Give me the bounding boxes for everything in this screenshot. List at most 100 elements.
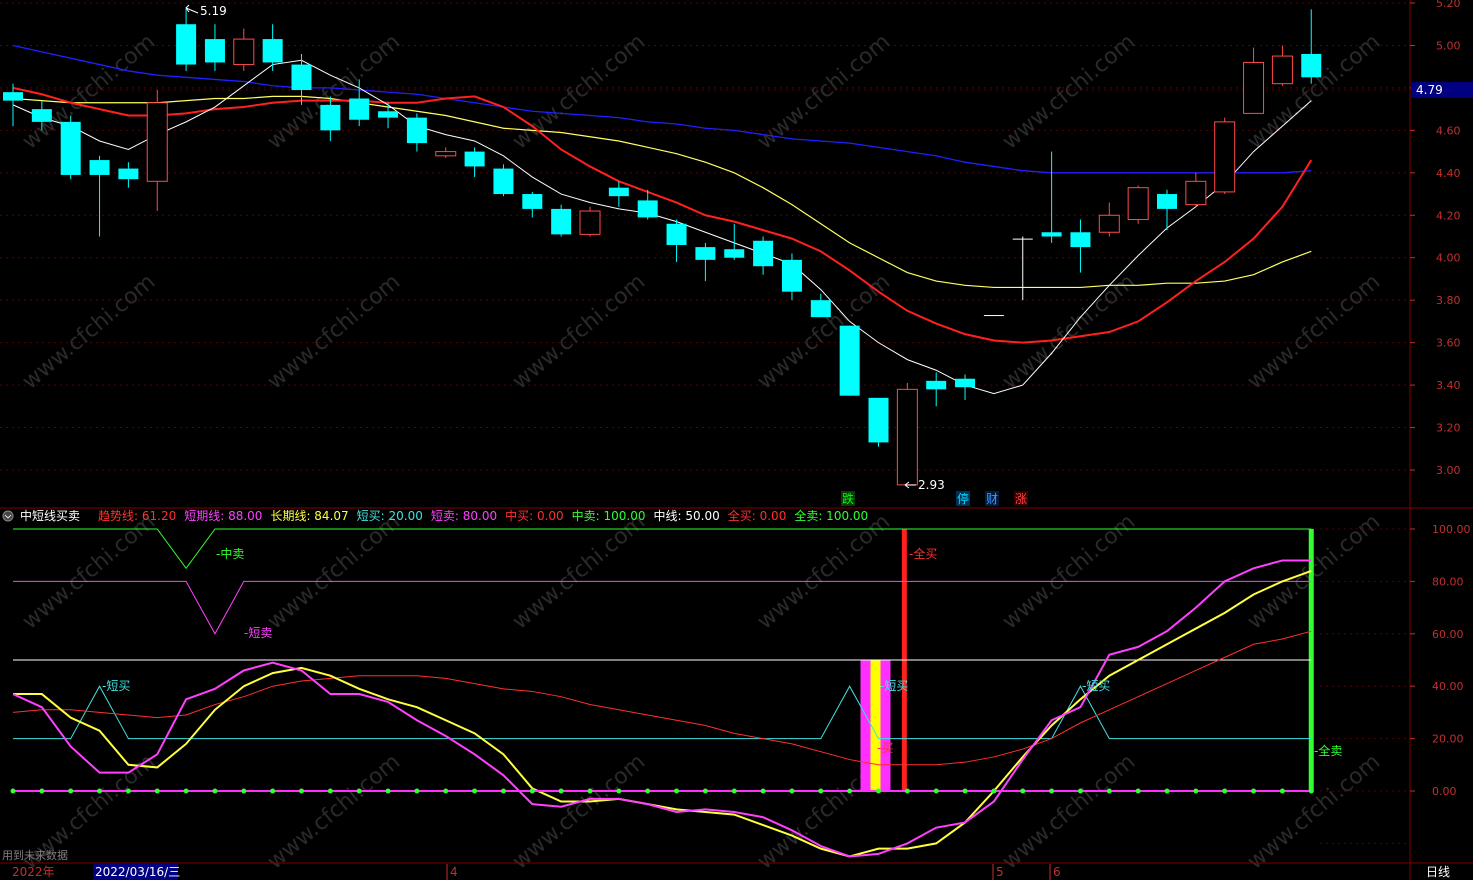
candle-body-down (926, 380, 947, 390)
buy-annotation: -买 (877, 741, 893, 755)
year-label: 2022年 (12, 865, 55, 879)
short-sell-annotation: -短卖 (244, 626, 272, 640)
price-tick-label: 3.00 (1436, 464, 1461, 477)
zero-dot (558, 788, 564, 794)
candle-body-down (89, 160, 110, 175)
watermark-text: www.cfchi.com (263, 509, 405, 634)
indicator-tick-label: 80.00 (1432, 575, 1464, 588)
zero-dot (1279, 788, 1285, 794)
watermark-text: www.cfchi.com (1243, 269, 1385, 394)
price-tick-label: 4.00 (1436, 252, 1461, 265)
period-label[interactable]: 日线 (1426, 865, 1450, 879)
watermark-text: www.cfchi.com (1243, 749, 1385, 874)
zero-dot (154, 788, 160, 794)
zero-dot (645, 788, 651, 794)
zero-dot (731, 788, 737, 794)
zero-dot (1308, 788, 1314, 794)
candle-body-down (406, 117, 427, 144)
watermark-text: www.cfchi.com (263, 269, 405, 394)
candle-body-down (810, 300, 831, 318)
zero-dot (356, 788, 362, 794)
zero-dot (183, 788, 189, 794)
zero-dot (68, 788, 74, 794)
candle-body-up (896, 388, 918, 486)
stock-chart[interactable]: www.cfchi.com www.cfchi.com www.cfchi.com w… (0, 0, 1473, 880)
zero-dot (933, 788, 939, 794)
candle-body-down (349, 98, 370, 120)
indicator-value: 中线: 50.00 (654, 508, 720, 523)
candle-body-down (753, 240, 774, 267)
zero-dot (241, 788, 247, 794)
candle-body-down (695, 247, 716, 260)
indicator-tick-label: 100.00 (1432, 523, 1471, 536)
zero-dot (125, 788, 131, 794)
indicator-value: 全卖: 100.00 (794, 508, 868, 523)
price-tick-label: 4.20 (1436, 209, 1461, 222)
watermark-text: www.cfchi.com (1243, 29, 1385, 154)
zero-dot (212, 788, 218, 794)
collapse-icon (2, 510, 14, 522)
candle-body-down (378, 111, 399, 118)
indicator-tick-label: 20.00 (1432, 733, 1464, 746)
high-price-label: 5.19 (200, 4, 227, 18)
zero-dot (587, 788, 593, 794)
watermark-text: www.cfchi.com (508, 509, 650, 634)
indicator-header: 中短线买卖 趋势线: 61.20 短期线: 88.00 长期线: 84.07 短买: 2… (2, 508, 868, 523)
zero-dot (1251, 788, 1257, 794)
signal-marker-text: 跌 (842, 491, 854, 506)
series-line-5 (13, 569, 1312, 858)
price-tick-label: 4.40 (1436, 167, 1461, 180)
watermark-text: www.cfchi.com (753, 509, 895, 634)
cursor-date: 2022/03/16/三 (95, 865, 180, 879)
indicator-lines (12, 528, 1312, 858)
indicator-tick-label: 60.00 (1432, 628, 1464, 641)
series-line-3 (13, 685, 1312, 740)
candle-body-down (781, 259, 802, 292)
candle-body-down (464, 151, 485, 167)
candle-body-down (3, 92, 23, 101)
candle-body-down (31, 109, 52, 122)
candle-body-down (955, 378, 976, 388)
zero-dot (1106, 788, 1112, 794)
candle-body-down (60, 121, 81, 175)
full-buy-annotation: -全买 (909, 546, 937, 561)
candle-body-up (1243, 61, 1265, 114)
candle-body-up (1271, 55, 1293, 85)
series-line-4 (12, 630, 1312, 766)
zero-dot (991, 788, 997, 794)
month-label: 4 (450, 865, 458, 879)
zero-dot (270, 788, 276, 794)
zero-dot (847, 788, 853, 794)
candle-body-down (666, 223, 687, 245)
indicator-value: 中买: 0.00 (505, 508, 564, 523)
indicator-value: 长期线: 84.07 (270, 509, 348, 523)
full-sell-annotation: -全卖 (1314, 743, 1342, 758)
zero-dot (10, 788, 16, 794)
candle-body-down (291, 64, 312, 91)
candle-body-up (233, 38, 255, 66)
candle-body-down (724, 249, 745, 258)
candle-body-up (579, 210, 601, 235)
candle-body-up (1185, 180, 1207, 206)
low-price-label: 2.93 (918, 478, 945, 492)
zero-dot (1193, 788, 1199, 794)
watermark-text: www.cfchi.com (998, 749, 1140, 874)
price-tick-label: 3.60 (1436, 337, 1461, 350)
indicator-value: 中卖: 100.00 (572, 508, 646, 523)
indicator-value: 短买: 20.00 (357, 509, 423, 523)
watermark-text: www.cfchi.com (508, 749, 650, 874)
candle-body-down (320, 104, 341, 131)
indicator-value: 全买: 0.00 (728, 508, 787, 523)
watermark-text: www.cfchi.com (263, 749, 405, 874)
candle-body-down (1012, 238, 1033, 240)
zero-dot (876, 788, 881, 794)
indicator-zero-dots (10, 788, 1314, 794)
zero-dot (760, 788, 766, 794)
candle-body-up (1127, 187, 1149, 221)
zero-dot (385, 788, 391, 794)
zero-dot (327, 788, 333, 794)
zero-dot (1077, 788, 1083, 794)
short-buy-annotation: -短买 (880, 679, 908, 693)
ma20-line (12, 95, 1312, 289)
zero-dot (962, 788, 968, 794)
